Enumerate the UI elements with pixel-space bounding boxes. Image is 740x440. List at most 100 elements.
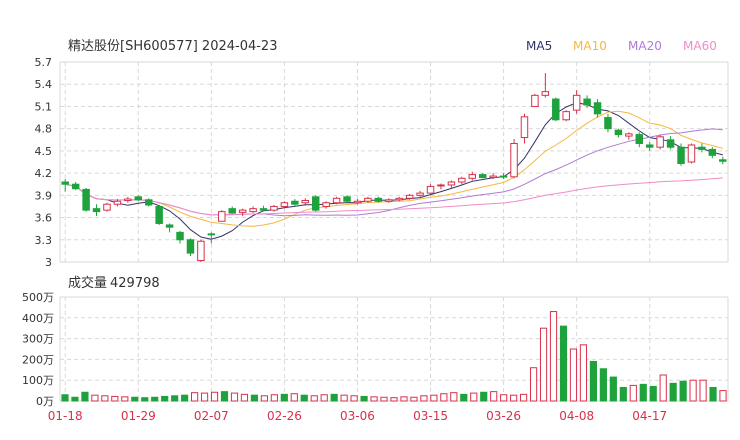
- candle-body: [614, 129, 623, 136]
- candle-body: [677, 146, 685, 164]
- candle-body: [353, 200, 362, 204]
- volume-bar: [71, 396, 79, 402]
- candle-body: [698, 146, 706, 150]
- volume-bar: [639, 383, 647, 402]
- candle-body: [259, 208, 268, 211]
- volume-bar: [629, 384, 637, 402]
- volume-bar: [191, 392, 199, 402]
- volume-bar: [250, 394, 259, 402]
- candle-body: [301, 200, 310, 204]
- volume-bar: [61, 394, 69, 402]
- volume-bar: [659, 374, 667, 402]
- volume-grid: [59, 296, 729, 402]
- candle-body: [489, 175, 497, 179]
- legend-item-ma5: MA5: [526, 39, 552, 53]
- candle-body: [687, 144, 696, 163]
- moving-average-lines: [65, 102, 723, 240]
- legend-item-ma20: MA20: [628, 39, 662, 53]
- candle-body: [228, 208, 236, 214]
- candle-body: [322, 202, 330, 207]
- candle-body: [113, 200, 122, 205]
- volume-bar: [679, 380, 687, 402]
- volume-bar: [539, 327, 548, 402]
- price-tick-label: 4.2: [35, 167, 53, 180]
- price-tick-label: 3.9: [35, 189, 53, 202]
- volume-bar: [161, 395, 169, 402]
- volume-bar: [549, 311, 558, 402]
- volume-bar: [450, 392, 458, 402]
- volume-bar: [589, 360, 597, 402]
- candle-body: [374, 197, 383, 202]
- candlestick-series: [61, 73, 727, 262]
- volume-bar: [669, 382, 677, 402]
- candle-body: [249, 208, 257, 213]
- date-tick-label: 02-26: [267, 409, 302, 423]
- volume-bar: [529, 367, 538, 402]
- candle-body: [447, 181, 456, 186]
- price-tick-label: 3.3: [35, 234, 53, 247]
- volume-bar: [689, 379, 697, 402]
- volume-bar: [101, 395, 109, 402]
- volume-bar: [280, 393, 288, 402]
- ma-legend: MA5 MA10 MA20 MA60: [526, 39, 717, 53]
- candle-body: [92, 208, 101, 213]
- date-tick-label: 03-06: [340, 409, 375, 423]
- candle-body: [426, 185, 435, 194]
- volume-bar: [470, 392, 478, 402]
- candle-body: [280, 202, 289, 207]
- candle-body: [207, 233, 216, 236]
- volume-bar: [490, 391, 498, 402]
- volume-bar: [500, 394, 508, 402]
- volume-bar: [430, 394, 438, 402]
- candle-body: [437, 184, 445, 187]
- date-tick-label: 04-08: [559, 409, 594, 423]
- price-tick-label: 5.7: [35, 56, 53, 69]
- candle-body: [719, 159, 727, 162]
- candle-body: [635, 134, 644, 144]
- candle-body: [656, 136, 664, 148]
- legend-item-ma10: MA10: [573, 39, 607, 53]
- volume-value: 429798: [110, 276, 160, 291]
- candle-body: [405, 194, 414, 199]
- candle-body: [61, 181, 69, 185]
- candle-body: [124, 198, 132, 202]
- volume-tick-label: 200万: [22, 353, 54, 366]
- candle-body: [468, 174, 477, 179]
- candle-body: [478, 174, 487, 179]
- candle-body: [604, 117, 612, 130]
- volume-tick-label: 100万: [22, 374, 54, 387]
- candle-body: [520, 116, 529, 139]
- candle-body: [176, 231, 184, 241]
- volume-bar: [559, 325, 568, 402]
- candle-body: [103, 203, 111, 211]
- volume-label: 成交量: [68, 275, 107, 291]
- volume-tick-label: 0万: [36, 395, 54, 408]
- volume-bar: [460, 393, 468, 402]
- volume-bar: [410, 396, 418, 402]
- legend-item-ma60: MA60: [683, 39, 717, 53]
- volume-bar: [619, 386, 627, 402]
- volume-bar: [390, 397, 398, 402]
- volume-bar: [210, 391, 219, 402]
- volume-bar: [300, 394, 308, 402]
- candle-body: [144, 199, 153, 206]
- date-tick-label: 04-17: [632, 409, 667, 423]
- candle-body: [270, 205, 278, 211]
- candle-body: [458, 177, 466, 183]
- price-tick-label: 3.6: [35, 212, 53, 225]
- candle-body: [311, 196, 320, 211]
- date-tick-label: 01-18: [48, 409, 83, 423]
- volume-bar: [599, 368, 607, 402]
- candle-body: [510, 142, 518, 178]
- candle-body: [197, 240, 205, 262]
- volume-bar: [260, 395, 268, 402]
- price-tick-label: 5.4: [35, 78, 53, 91]
- price-tick-label: 5.1: [35, 100, 53, 113]
- candle-body: [364, 197, 372, 202]
- date-tick-label: 03-26: [486, 409, 521, 423]
- volume-bar: [141, 397, 149, 402]
- candle-body: [291, 200, 299, 205]
- volume-bar: [91, 394, 99, 402]
- candle-body: [531, 94, 539, 107]
- volume-bar: [420, 395, 428, 402]
